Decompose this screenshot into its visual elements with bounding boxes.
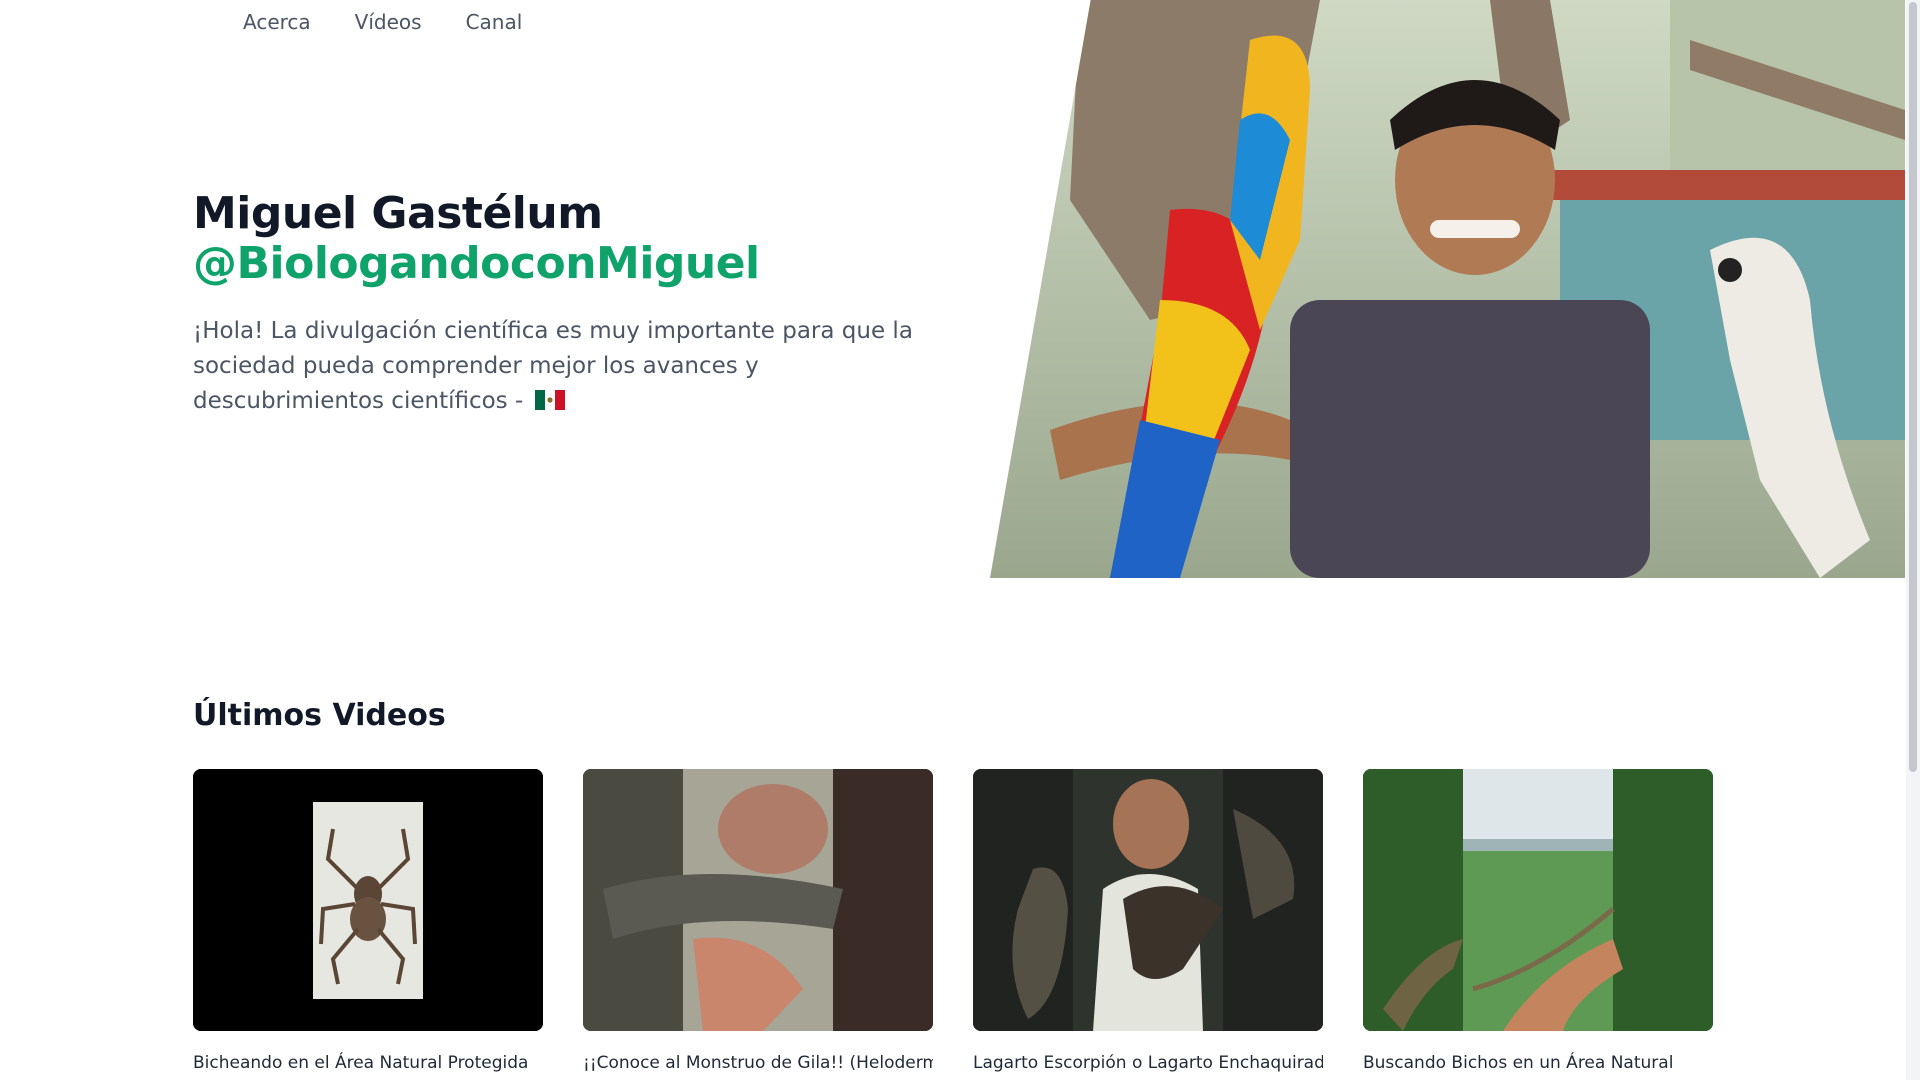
tarantula-thumbnail[interactable]	[193, 769, 543, 1031]
video-card[interactable]: ¡¡Conoce al Monstruo de Gila!! (Heloderm…	[583, 769, 933, 1075]
hero-handle: @BiologandoconMiguel	[193, 238, 760, 289]
nav-link-about[interactable]: Acerca	[243, 10, 311, 34]
top-nav: Acerca Vídeos Canal	[243, 10, 522, 34]
videos-grid: Bicheando en el Área Natural Protegida ¡…	[193, 769, 1713, 1075]
hero-name: Miguel Gastélum	[193, 188, 603, 239]
video-title[interactable]: ¡¡Conoce al Monstruo de Gila!! (Heloderm…	[583, 1051, 933, 1075]
video-title[interactable]: Bicheando en el Área Natural Protegida	[193, 1051, 543, 1075]
nav-link-videos[interactable]: Vídeos	[355, 10, 422, 34]
latest-videos-title: Últimos Videos	[193, 698, 446, 733]
mexico-flag-icon	[534, 390, 565, 410]
scrollbar-thumb[interactable]	[1909, 2, 1917, 772]
video-card[interactable]: Lagarto Escorpión o Lagarto Enchaquirado	[973, 769, 1323, 1075]
hero-description: ¡Hola! La divulgación científica es muy …	[193, 314, 913, 419]
video-title[interactable]: Buscando Bichos en un Área Natural	[1363, 1051, 1713, 1075]
beaded-lizard-thumbnail[interactable]	[973, 769, 1323, 1031]
mantis-thumbnail[interactable]	[1363, 769, 1713, 1031]
scrollbar[interactable]	[1906, 0, 1920, 1080]
video-card[interactable]: Bicheando en el Área Natural Protegida	[193, 769, 543, 1075]
video-title[interactable]: Lagarto Escorpión o Lagarto Enchaquirado	[973, 1051, 1323, 1075]
hero-photo	[990, 0, 1905, 578]
gila-monster-thumbnail[interactable]	[583, 769, 933, 1031]
nav-link-channel[interactable]: Canal	[466, 10, 523, 34]
video-card[interactable]: Buscando Bichos en un Área Natural	[1363, 769, 1713, 1075]
